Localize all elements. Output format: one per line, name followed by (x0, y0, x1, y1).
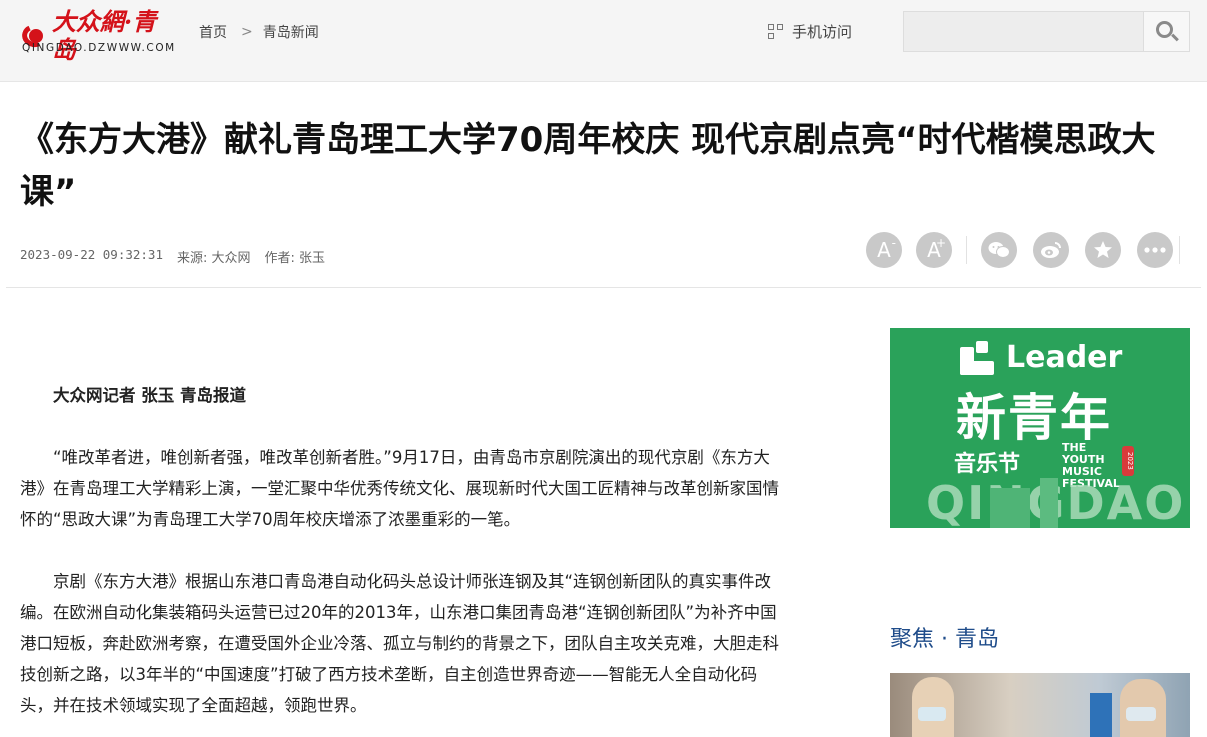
ad-festival: 音乐节 (954, 452, 1021, 477)
focus-section-title: 聚焦 · 青岛 (890, 627, 999, 652)
article-body: 大众网记者 张玉 青岛报道 “唯改革者进，唯创新者强，唯改革创新者胜。”9月17… (20, 380, 790, 737)
article-paragraph: 京剧《东方大港》根据山东港口青岛港自动化码头总设计师张连钢及其“连钢创新团队的真… (20, 572, 779, 715)
share-wechat-button[interactable] (981, 232, 1017, 268)
focus-news-image[interactable] (890, 673, 1190, 737)
font-decrease-sign: - (891, 236, 896, 250)
ad-brand-label: Leader (1006, 340, 1123, 375)
article-title: 《东方大港》献礼青岛理工大学70周年校庆 现代京剧点亮“时代楷模思政大课” (20, 120, 1156, 212)
ad-building-graphic (990, 488, 1030, 528)
article-author: 作者: 张玉 (264, 251, 326, 266)
search-button[interactable] (1143, 12, 1189, 51)
header-divider (6, 287, 1201, 288)
breadcrumb-qingdao-news[interactable]: 青岛新闻 (263, 22, 319, 42)
share-weibo-button[interactable] (1033, 232, 1069, 268)
wechat-icon (988, 242, 1010, 258)
weibo-icon (1041, 242, 1061, 258)
top-bar: 大众網·青岛 QINGDAO.DZWWW.COM 首页 > 青岛新闻 手机访问 (0, 0, 1207, 82)
search-input[interactable] (904, 12, 1144, 51)
font-decrease-icon: A (877, 238, 891, 262)
article-tools: A- A + (866, 232, 1180, 268)
article-byline: 大众网记者 张玉 青岛报道 (53, 386, 246, 405)
ad-banner[interactable]: Leader 新青年 音乐节 THE YOUTH MUSIC FESTIVAL … (890, 328, 1190, 528)
ad-tower-graphic (1040, 478, 1058, 528)
ad-brand: Leader (960, 340, 1122, 375)
logo-text: 大众網·青岛 (51, 7, 157, 64)
breadcrumb: 首页 > 青岛新闻 (199, 22, 319, 42)
breadcrumb-home[interactable]: 首页 (199, 22, 227, 42)
font-increase-button[interactable]: A + (916, 232, 952, 268)
favorite-button[interactable] (1085, 232, 1121, 268)
site-logo[interactable]: 大众網·青岛 QINGDAO.DZWWW.COM (18, 8, 180, 64)
article-meta: 2023-09-22 09:32:31 来源: 大众网 作者: 张玉 (20, 247, 325, 266)
breadcrumb-separator: > (241, 24, 253, 40)
article-paragraph: “唯改革者进，唯创新者强，唯改革创新者胜。”9月17日，由青岛市京剧院演出的现代… (20, 448, 779, 529)
ad-year: 2023 (1122, 446, 1134, 476)
leader-logo-icon (960, 340, 994, 375)
publish-date: 2023-09-22 09:32:31 (20, 247, 163, 262)
font-increase-sign: + (935, 236, 946, 250)
search-box (903, 11, 1190, 52)
mobile-access-link[interactable]: 手机访问 (768, 21, 852, 42)
tools-end-divider (1179, 236, 1180, 264)
favorite-icon (1094, 241, 1112, 258)
ad-headline: 新青年 (956, 389, 1112, 447)
qr-code-icon (768, 23, 784, 40)
more-button[interactable] (1137, 232, 1173, 268)
font-decrease-button[interactable]: A- (866, 232, 902, 268)
more-icon (1144, 247, 1166, 253)
tools-divider (966, 236, 967, 264)
logo-subtitle: QINGDAO.DZWWW.COM (22, 42, 176, 54)
article-source: 来源: 大众网 (177, 251, 251, 266)
mobile-access-label: 手机访问 (792, 23, 853, 41)
